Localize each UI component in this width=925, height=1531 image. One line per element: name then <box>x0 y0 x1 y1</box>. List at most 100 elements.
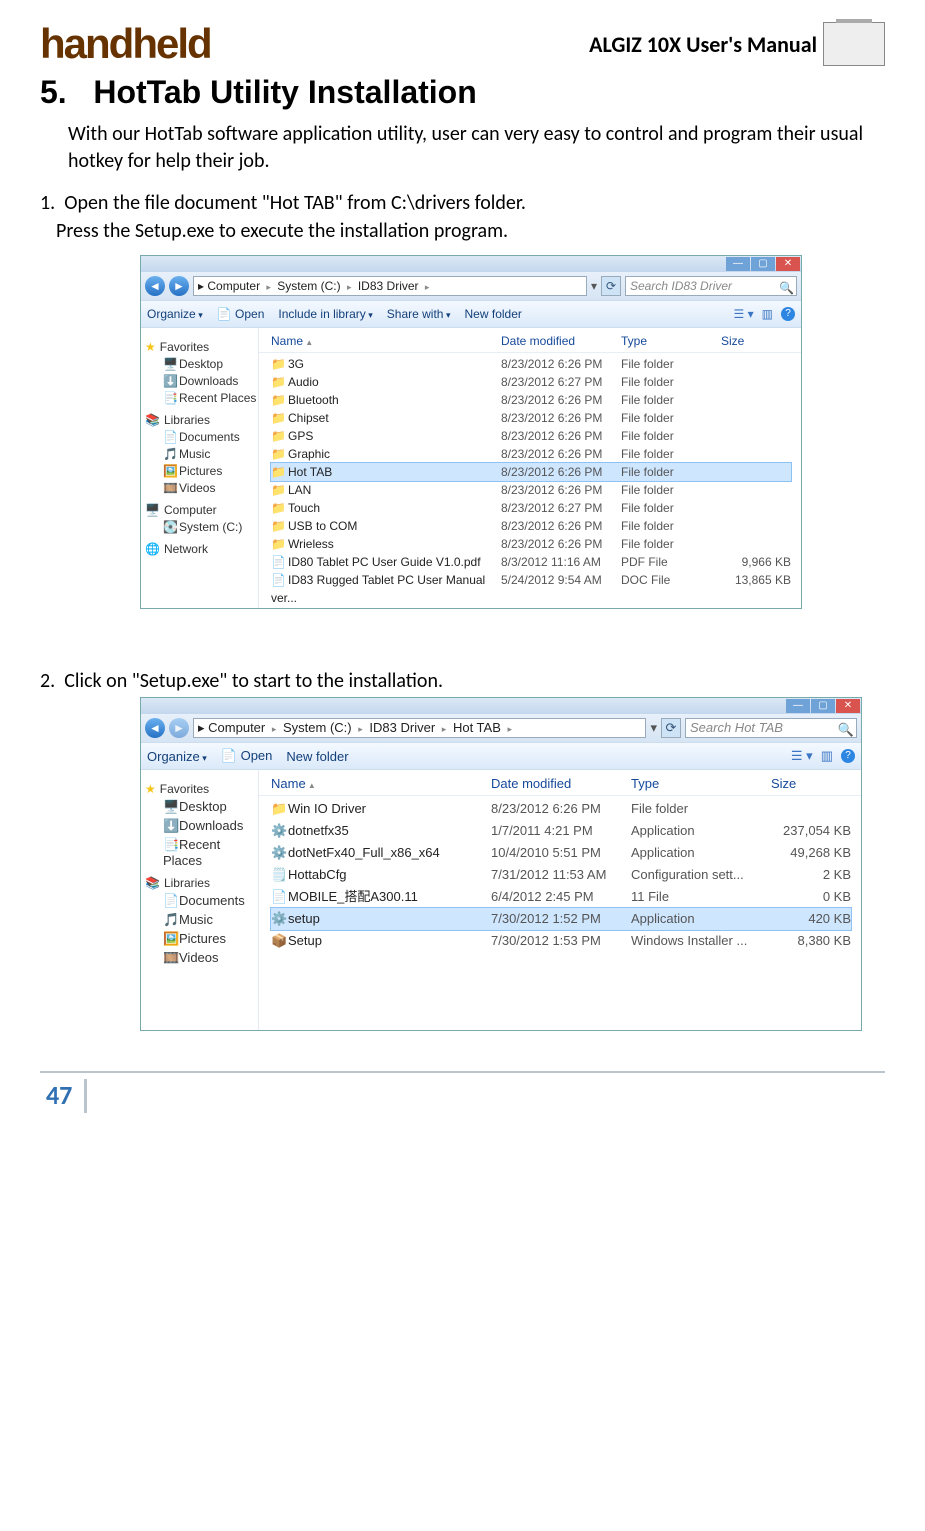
file-row[interactable]: 📦Setup7/30/2012 1:53 PMWindows Installer… <box>271 930 851 952</box>
explorer-window-1: — ▢ ✕ ◄ ► ▸ Computer ▸ System (C:) ▸ ID8… <box>140 255 802 609</box>
minimize-button[interactable]: — <box>726 257 750 271</box>
new-folder-button[interactable]: New folder <box>286 749 348 764</box>
new-folder-button[interactable]: New folder <box>465 307 522 321</box>
view-menu[interactable]: ☰ ▾ <box>734 307 754 321</box>
file-row[interactable]: 📁Wrieless8/23/2012 6:26 PMFile folder <box>271 535 791 553</box>
file-row[interactable]: 📄ID80 Tablet PC User Guide V1.0.pdf8/3/2… <box>271 553 791 571</box>
section-heading: 5. HotTab Utility Installation <box>40 74 885 111</box>
file-icon: 📁 <box>271 798 285 820</box>
search-input[interactable]: Search ID83 Driver🔍 <box>625 276 797 296</box>
file-icon: 🗒️ <box>271 864 285 886</box>
column-headers[interactable]: Name Date modified Type Size <box>259 770 861 796</box>
file-icon: 📄 <box>271 553 285 571</box>
back-button[interactable]: ◄ <box>145 276 165 296</box>
nav-item[interactable]: 🖼️Pictures <box>163 931 258 947</box>
file-icon: 📁 <box>271 481 285 499</box>
view-menu[interactable]: ☰ ▾ <box>791 748 813 764</box>
file-icon: 📁 <box>271 517 285 535</box>
file-row[interactable]: ⚙️dotnetfx351/7/2011 4:21 PMApplication2… <box>271 820 851 842</box>
file-icon: 📁 <box>271 445 285 463</box>
file-row[interactable]: 📁Win IO Driver8/23/2012 6:26 PMFile fold… <box>271 798 851 820</box>
file-row[interactable]: ⚙️dotNetFx40_Full_x86_x6410/4/2010 5:51 … <box>271 842 851 864</box>
file-icon: 📄 <box>271 571 285 589</box>
step-1b: Press the Setup.exe to execute the insta… <box>56 219 885 243</box>
file-row[interactable]: 📁USB to COM8/23/2012 6:26 PMFile folder <box>271 517 791 535</box>
file-row[interactable]: 📁GPS8/23/2012 6:26 PMFile folder <box>271 427 791 445</box>
breadcrumb[interactable]: ▸ Computer ▸ System (C:) ▸ ID83 Driver ▸… <box>193 718 646 738</box>
section-number: 5. <box>40 74 67 110</box>
file-icon: 📁 <box>271 373 285 391</box>
share-menu[interactable]: Share with <box>387 307 451 321</box>
preview-pane-button[interactable]: ▥ <box>762 307 773 321</box>
col-type[interactable]: Type <box>621 334 721 348</box>
maximize-button[interactable]: ▢ <box>751 257 775 271</box>
col-name[interactable]: Name <box>271 776 491 791</box>
file-row[interactable]: 📁Hot TAB8/23/2012 6:26 PMFile folder <box>271 463 791 481</box>
device-icon <box>823 22 885 66</box>
nav-item[interactable]: 📑Recent Places <box>163 837 258 868</box>
page-number: 47 <box>40 1079 87 1113</box>
nav-item[interactable]: 🖥️Desktop <box>163 799 258 815</box>
doc-title: ALGIZ 10X User's Manual <box>589 31 817 58</box>
file-icon: 📁 <box>271 391 285 409</box>
col-size[interactable]: Size <box>721 334 791 348</box>
nav-item[interactable]: 🎵Music <box>163 447 258 461</box>
nav-item[interactable]: 🖥️Desktop <box>163 357 258 371</box>
nav-item[interactable]: 🖼️Pictures <box>163 464 258 478</box>
close-button[interactable]: ✕ <box>776 257 800 271</box>
breadcrumb[interactable]: ▸ Computer ▸ System (C:) ▸ ID83 Driver ▸ <box>193 276 587 296</box>
file-row[interactable]: 📁Touch8/23/2012 6:27 PMFile folder <box>271 499 791 517</box>
include-library-menu[interactable]: Include in library <box>278 307 372 321</box>
open-button[interactable]: Open <box>217 307 265 321</box>
file-row[interactable]: 🗒️HottabCfg7/31/2012 11:53 AMConfigurati… <box>271 864 851 886</box>
help-button[interactable]: ? <box>841 749 855 763</box>
file-icon: ⚙️ <box>271 908 285 930</box>
file-row[interactable]: 📄ID83 Rugged Tablet PC User Manual ver..… <box>271 571 791 589</box>
file-row[interactable]: ⚙️setup7/30/2012 1:52 PMApplication420 K… <box>271 908 851 930</box>
nav-item[interactable]: ⬇️Downloads <box>163 374 258 388</box>
col-date[interactable]: Date modified <box>491 776 631 791</box>
minimize-button[interactable]: — <box>786 699 810 713</box>
refresh-button[interactable]: ⟳ <box>601 276 621 296</box>
file-row[interactable]: 📁Chipset8/23/2012 6:26 PMFile folder <box>271 409 791 427</box>
nav-item[interactable]: 📑Recent Places <box>163 391 258 405</box>
file-row[interactable]: 📁Graphic8/23/2012 6:26 PMFile folder <box>271 445 791 463</box>
nav-item[interactable]: 🎞️Videos <box>163 481 258 495</box>
organize-menu[interactable]: Organize <box>147 307 203 321</box>
refresh-button[interactable]: ⟳ <box>661 718 681 738</box>
nav-item[interactable]: 🎞️Videos <box>163 950 258 966</box>
file-icon: 📁 <box>271 427 285 445</box>
file-row[interactable]: 📁3G8/23/2012 6:26 PMFile folder <box>271 355 791 373</box>
help-button[interactable]: ? <box>781 307 795 321</box>
file-icon: 📁 <box>271 535 285 553</box>
forward-button[interactable]: ► <box>169 276 189 296</box>
open-button[interactable]: Open <box>221 748 273 764</box>
file-row[interactable]: 📁Audio8/23/2012 6:27 PMFile folder <box>271 373 791 391</box>
forward-button[interactable]: ► <box>169 718 189 738</box>
search-icon: 🔍 <box>838 721 854 739</box>
file-row[interactable]: 📄MOBILE_搭配A300.116/4/2012 2:45 PM11 File… <box>271 886 851 908</box>
close-button[interactable]: ✕ <box>836 699 860 713</box>
file-icon: ⚙️ <box>271 820 285 842</box>
column-headers[interactable]: Name Date modified Type Size <box>259 328 801 353</box>
file-row[interactable]: 📁LAN8/23/2012 6:26 PMFile folder <box>271 481 791 499</box>
back-button[interactable]: ◄ <box>145 718 165 738</box>
preview-pane-button[interactable]: ▥ <box>821 748 833 764</box>
organize-menu[interactable]: Organize <box>147 749 207 764</box>
nav-item[interactable]: 💽System (C:) <box>163 520 258 534</box>
nav-pane: ★Favorites🖥️Desktop⬇️Downloads📑Recent Pl… <box>141 328 259 608</box>
search-input[interactable]: Search Hot TAB🔍 <box>685 718 857 738</box>
col-date[interactable]: Date modified <box>501 334 621 348</box>
file-row[interactable]: 📁Bluetooth8/23/2012 6:26 PMFile folder <box>271 391 791 409</box>
intro-paragraph: With our HotTab software application uti… <box>68 121 885 175</box>
col-size[interactable]: Size <box>771 776 851 791</box>
file-icon: 📁 <box>271 355 285 373</box>
nav-item[interactable]: 📄Documents <box>163 893 258 909</box>
window-titlebar: — ▢ ✕ <box>141 256 801 272</box>
nav-item[interactable]: 🎵Music <box>163 912 258 928</box>
col-name[interactable]: Name <box>271 334 501 348</box>
col-type[interactable]: Type <box>631 776 771 791</box>
maximize-button[interactable]: ▢ <box>811 699 835 713</box>
nav-item[interactable]: 📄Documents <box>163 430 258 444</box>
nav-item[interactable]: ⬇️Downloads <box>163 818 258 834</box>
